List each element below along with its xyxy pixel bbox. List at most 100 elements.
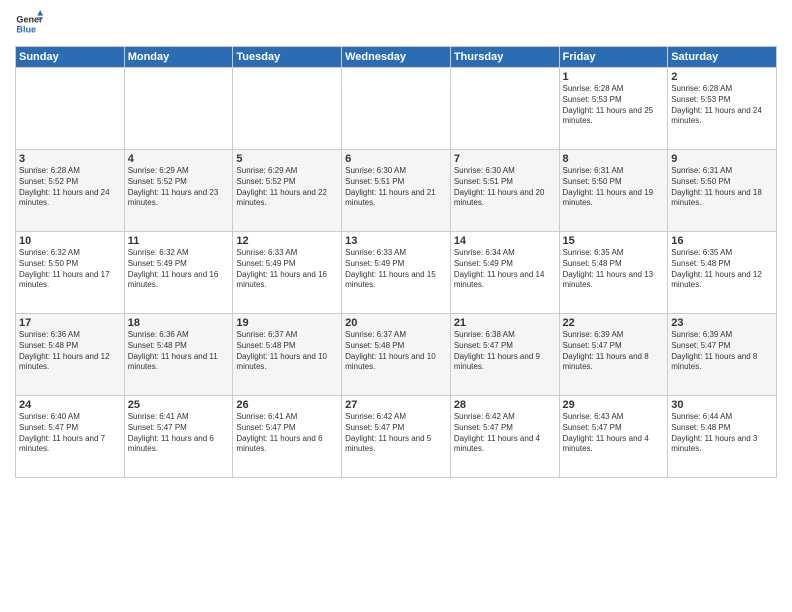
- header-row: SundayMondayTuesdayWednesdayThursdayFrid…: [16, 47, 777, 68]
- day-number: 14: [454, 235, 556, 247]
- day-number: 5: [236, 153, 338, 165]
- day-info: Sunrise: 6:41 AM Sunset: 5:47 PM Dayligh…: [128, 412, 230, 455]
- day-cell: [342, 68, 451, 150]
- day-number: 8: [563, 153, 665, 165]
- day-cell: [124, 68, 233, 150]
- day-number: 20: [345, 317, 447, 329]
- day-info: Sunrise: 6:42 AM Sunset: 5:47 PM Dayligh…: [454, 412, 556, 455]
- day-info: Sunrise: 6:44 AM Sunset: 5:48 PM Dayligh…: [671, 412, 773, 455]
- day-number: 27: [345, 399, 447, 411]
- day-number: 25: [128, 399, 230, 411]
- day-cell: 19Sunrise: 6:37 AM Sunset: 5:48 PM Dayli…: [233, 314, 342, 396]
- day-number: 17: [19, 317, 121, 329]
- day-info: Sunrise: 6:28 AM Sunset: 5:52 PM Dayligh…: [19, 166, 121, 209]
- day-number: 10: [19, 235, 121, 247]
- week-row-5: 24Sunrise: 6:40 AM Sunset: 5:47 PM Dayli…: [16, 396, 777, 478]
- day-cell: 28Sunrise: 6:42 AM Sunset: 5:47 PM Dayli…: [450, 396, 559, 478]
- day-info: Sunrise: 6:30 AM Sunset: 5:51 PM Dayligh…: [345, 166, 447, 209]
- day-number: 3: [19, 153, 121, 165]
- day-cell: 21Sunrise: 6:38 AM Sunset: 5:47 PM Dayli…: [450, 314, 559, 396]
- day-cell: 18Sunrise: 6:36 AM Sunset: 5:48 PM Dayli…: [124, 314, 233, 396]
- day-number: 24: [19, 399, 121, 411]
- logo: General Blue: [15, 10, 43, 38]
- day-number: 12: [236, 235, 338, 247]
- day-number: 7: [454, 153, 556, 165]
- day-info: Sunrise: 6:37 AM Sunset: 5:48 PM Dayligh…: [345, 330, 447, 373]
- calendar-table: SundayMondayTuesdayWednesdayThursdayFrid…: [15, 46, 777, 478]
- day-cell: 1Sunrise: 6:28 AM Sunset: 5:53 PM Daylig…: [559, 68, 668, 150]
- day-info: Sunrise: 6:39 AM Sunset: 5:47 PM Dayligh…: [671, 330, 773, 373]
- week-row-2: 3Sunrise: 6:28 AM Sunset: 5:52 PM Daylig…: [16, 150, 777, 232]
- day-number: 19: [236, 317, 338, 329]
- day-number: 9: [671, 153, 773, 165]
- day-cell: 29Sunrise: 6:43 AM Sunset: 5:47 PM Dayli…: [559, 396, 668, 478]
- day-number: 28: [454, 399, 556, 411]
- day-header-saturday: Saturday: [668, 47, 777, 68]
- day-header-monday: Monday: [124, 47, 233, 68]
- day-number: 26: [236, 399, 338, 411]
- day-info: Sunrise: 6:40 AM Sunset: 5:47 PM Dayligh…: [19, 412, 121, 455]
- svg-text:Blue: Blue: [16, 24, 36, 34]
- day-number: 11: [128, 235, 230, 247]
- day-header-sunday: Sunday: [16, 47, 125, 68]
- day-info: Sunrise: 6:31 AM Sunset: 5:50 PM Dayligh…: [563, 166, 665, 209]
- day-cell: 11Sunrise: 6:32 AM Sunset: 5:49 PM Dayli…: [124, 232, 233, 314]
- day-number: 29: [563, 399, 665, 411]
- day-cell: 8Sunrise: 6:31 AM Sunset: 5:50 PM Daylig…: [559, 150, 668, 232]
- header: General Blue: [15, 10, 777, 38]
- day-number: 23: [671, 317, 773, 329]
- day-cell: 4Sunrise: 6:29 AM Sunset: 5:52 PM Daylig…: [124, 150, 233, 232]
- calendar-container: General Blue SundayMondayTuesdayWednesda…: [0, 0, 792, 483]
- day-info: Sunrise: 6:31 AM Sunset: 5:50 PM Dayligh…: [671, 166, 773, 209]
- day-number: 13: [345, 235, 447, 247]
- day-cell: 5Sunrise: 6:29 AM Sunset: 5:52 PM Daylig…: [233, 150, 342, 232]
- day-info: Sunrise: 6:35 AM Sunset: 5:48 PM Dayligh…: [563, 248, 665, 291]
- day-info: Sunrise: 6:33 AM Sunset: 5:49 PM Dayligh…: [345, 248, 447, 291]
- day-cell: 17Sunrise: 6:36 AM Sunset: 5:48 PM Dayli…: [16, 314, 125, 396]
- day-info: Sunrise: 6:33 AM Sunset: 5:49 PM Dayligh…: [236, 248, 338, 291]
- day-cell: 9Sunrise: 6:31 AM Sunset: 5:50 PM Daylig…: [668, 150, 777, 232]
- day-cell: 14Sunrise: 6:34 AM Sunset: 5:49 PM Dayli…: [450, 232, 559, 314]
- day-info: Sunrise: 6:29 AM Sunset: 5:52 PM Dayligh…: [236, 166, 338, 209]
- day-number: 22: [563, 317, 665, 329]
- day-cell: [450, 68, 559, 150]
- logo-icon: General Blue: [15, 10, 43, 38]
- week-row-4: 17Sunrise: 6:36 AM Sunset: 5:48 PM Dayli…: [16, 314, 777, 396]
- day-cell: 22Sunrise: 6:39 AM Sunset: 5:47 PM Dayli…: [559, 314, 668, 396]
- day-cell: 27Sunrise: 6:42 AM Sunset: 5:47 PM Dayli…: [342, 396, 451, 478]
- day-info: Sunrise: 6:39 AM Sunset: 5:47 PM Dayligh…: [563, 330, 665, 373]
- week-row-3: 10Sunrise: 6:32 AM Sunset: 5:50 PM Dayli…: [16, 232, 777, 314]
- day-cell: 3Sunrise: 6:28 AM Sunset: 5:52 PM Daylig…: [16, 150, 125, 232]
- day-cell: 30Sunrise: 6:44 AM Sunset: 5:48 PM Dayli…: [668, 396, 777, 478]
- week-row-1: 1Sunrise: 6:28 AM Sunset: 5:53 PM Daylig…: [16, 68, 777, 150]
- day-header-wednesday: Wednesday: [342, 47, 451, 68]
- day-info: Sunrise: 6:36 AM Sunset: 5:48 PM Dayligh…: [19, 330, 121, 373]
- day-cell: 26Sunrise: 6:41 AM Sunset: 5:47 PM Dayli…: [233, 396, 342, 478]
- day-header-friday: Friday: [559, 47, 668, 68]
- day-info: Sunrise: 6:37 AM Sunset: 5:48 PM Dayligh…: [236, 330, 338, 373]
- day-cell: 2Sunrise: 6:28 AM Sunset: 5:53 PM Daylig…: [668, 68, 777, 150]
- day-info: Sunrise: 6:32 AM Sunset: 5:49 PM Dayligh…: [128, 248, 230, 291]
- day-cell: 6Sunrise: 6:30 AM Sunset: 5:51 PM Daylig…: [342, 150, 451, 232]
- day-number: 2: [671, 71, 773, 83]
- day-cell: 15Sunrise: 6:35 AM Sunset: 5:48 PM Dayli…: [559, 232, 668, 314]
- day-cell: [233, 68, 342, 150]
- day-info: Sunrise: 6:36 AM Sunset: 5:48 PM Dayligh…: [128, 330, 230, 373]
- day-cell: 13Sunrise: 6:33 AM Sunset: 5:49 PM Dayli…: [342, 232, 451, 314]
- day-cell: 16Sunrise: 6:35 AM Sunset: 5:48 PM Dayli…: [668, 232, 777, 314]
- day-cell: 20Sunrise: 6:37 AM Sunset: 5:48 PM Dayli…: [342, 314, 451, 396]
- day-cell: 10Sunrise: 6:32 AM Sunset: 5:50 PM Dayli…: [16, 232, 125, 314]
- day-info: Sunrise: 6:41 AM Sunset: 5:47 PM Dayligh…: [236, 412, 338, 455]
- day-info: Sunrise: 6:30 AM Sunset: 5:51 PM Dayligh…: [454, 166, 556, 209]
- day-header-tuesday: Tuesday: [233, 47, 342, 68]
- day-info: Sunrise: 6:32 AM Sunset: 5:50 PM Dayligh…: [19, 248, 121, 291]
- day-cell: 23Sunrise: 6:39 AM Sunset: 5:47 PM Dayli…: [668, 314, 777, 396]
- day-number: 4: [128, 153, 230, 165]
- day-header-thursday: Thursday: [450, 47, 559, 68]
- day-info: Sunrise: 6:34 AM Sunset: 5:49 PM Dayligh…: [454, 248, 556, 291]
- day-info: Sunrise: 6:43 AM Sunset: 5:47 PM Dayligh…: [563, 412, 665, 455]
- day-number: 6: [345, 153, 447, 165]
- day-info: Sunrise: 6:28 AM Sunset: 5:53 PM Dayligh…: [671, 84, 773, 127]
- day-info: Sunrise: 6:42 AM Sunset: 5:47 PM Dayligh…: [345, 412, 447, 455]
- day-number: 21: [454, 317, 556, 329]
